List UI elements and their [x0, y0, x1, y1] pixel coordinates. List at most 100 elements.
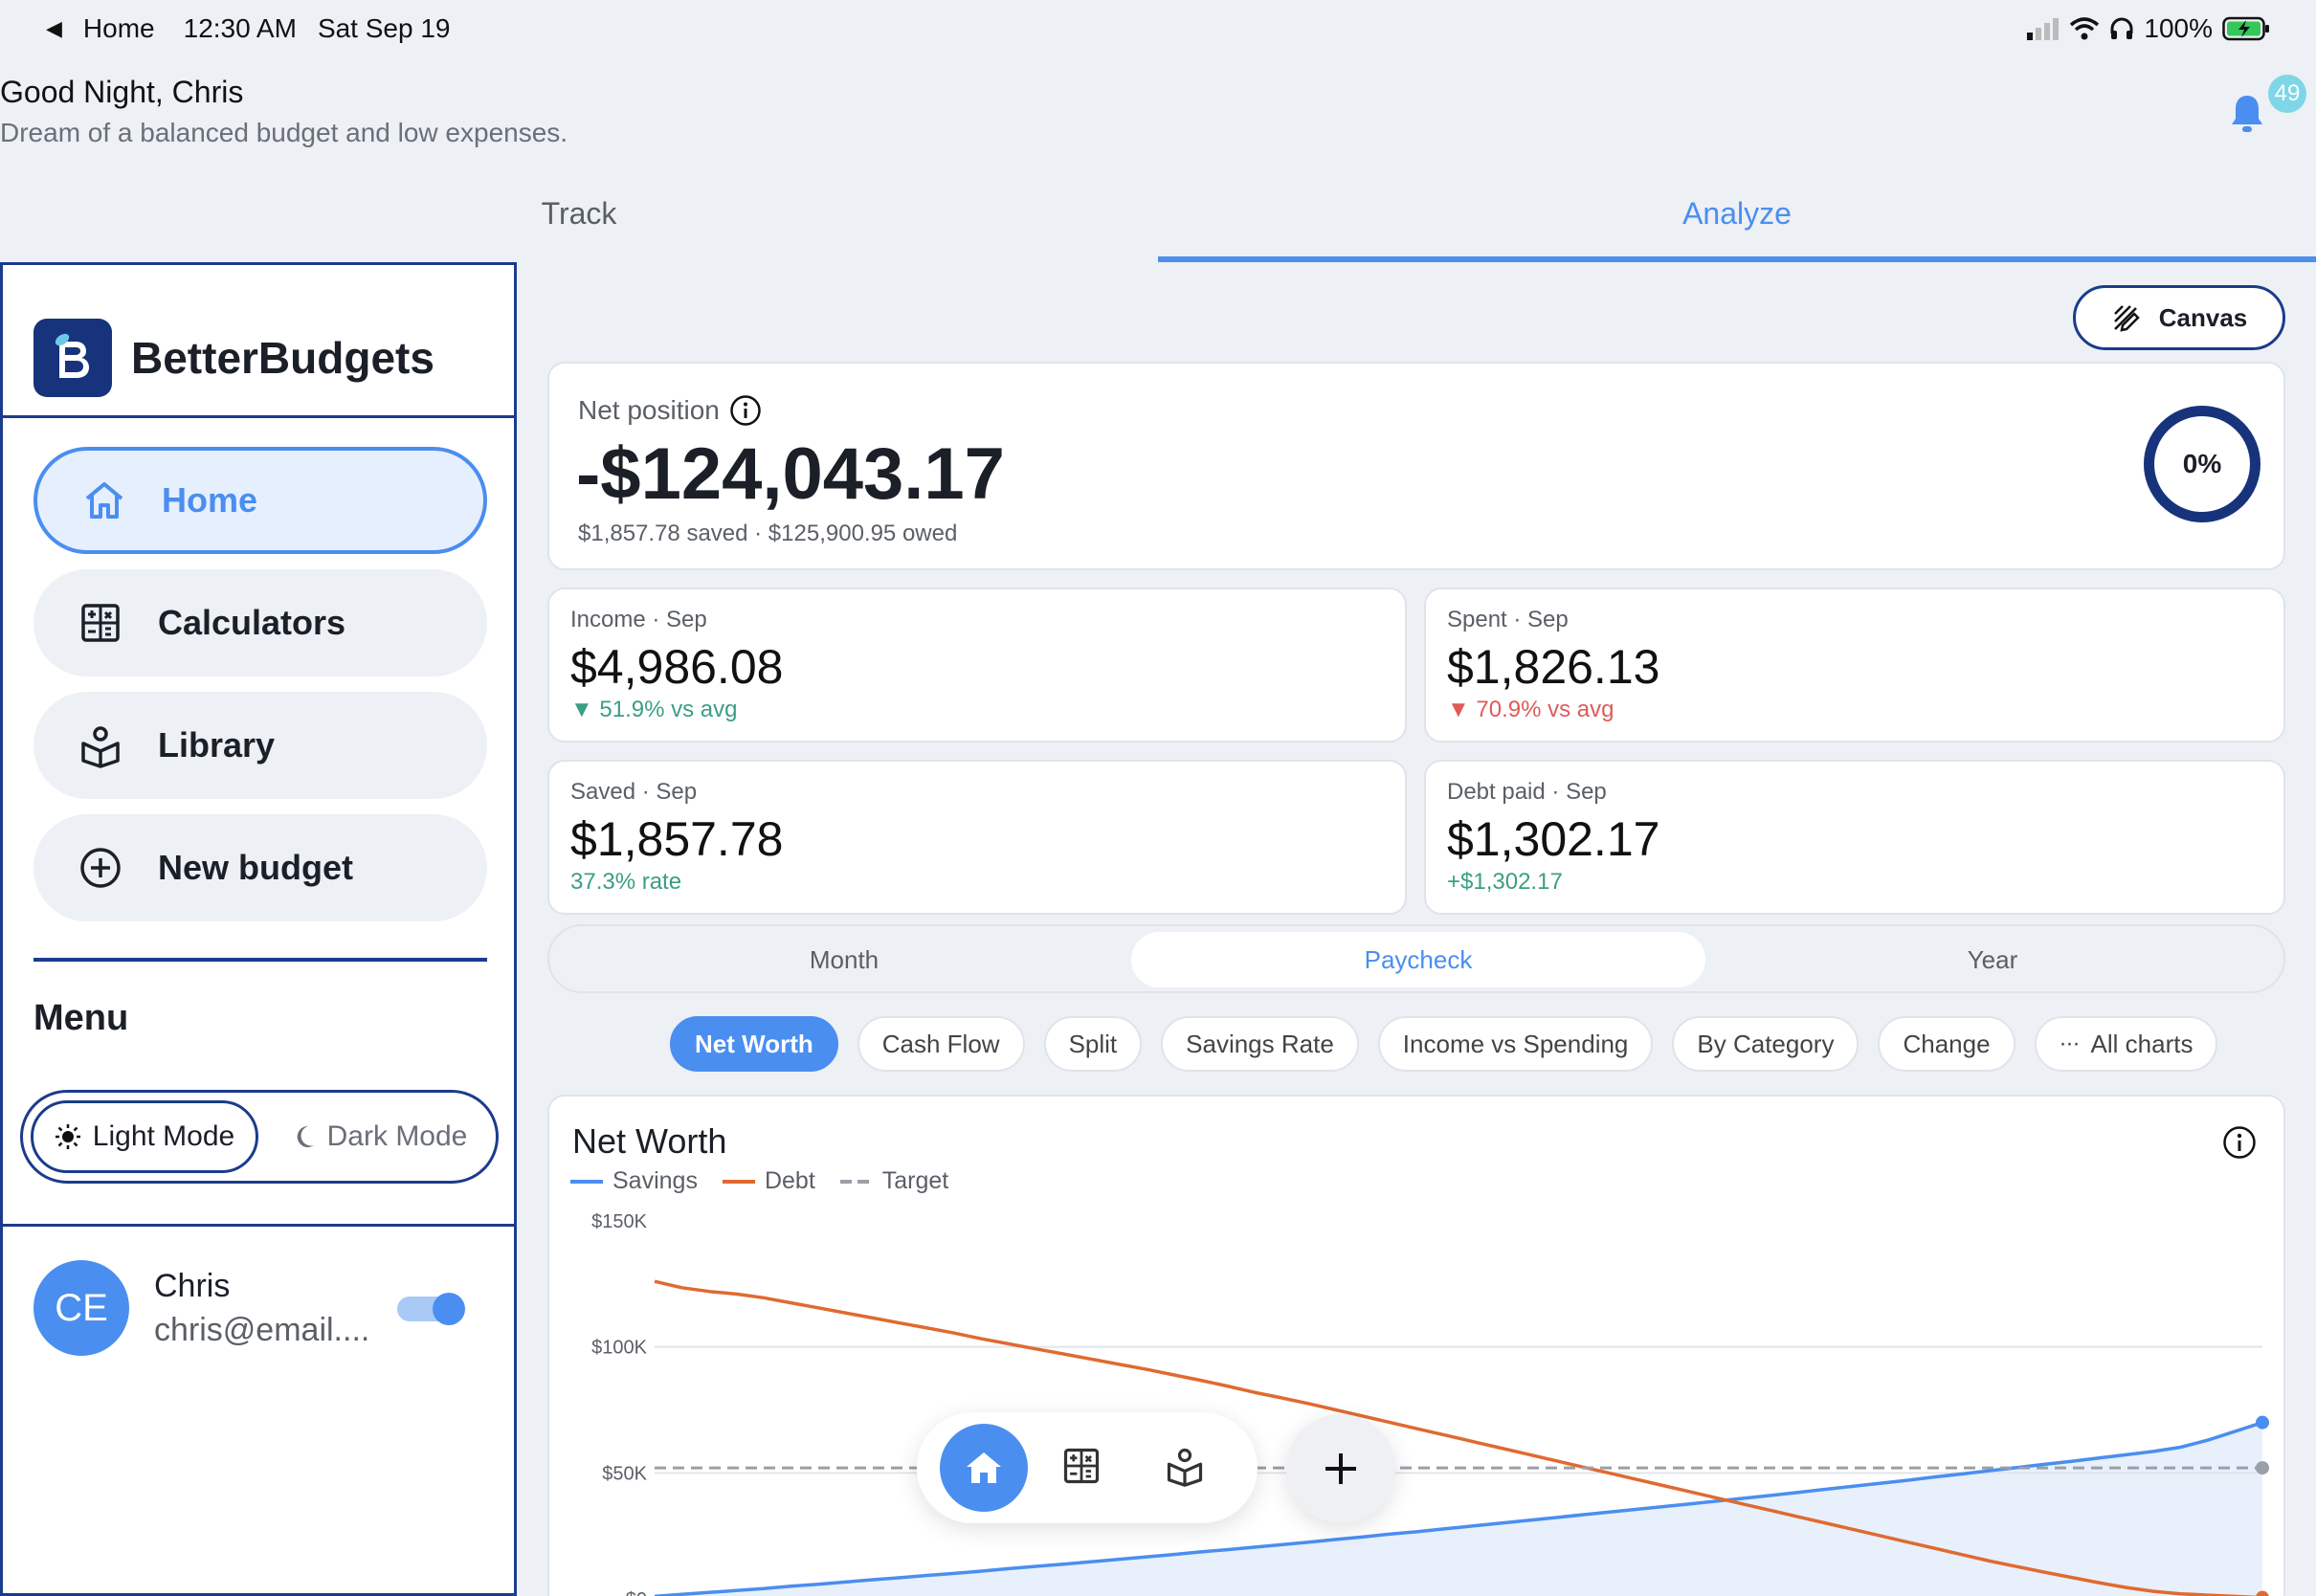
notifications-button[interactable]: 49 [2218, 75, 2306, 142]
active-tab-indicator [1158, 256, 2316, 262]
stat-delta: ▼ 51.9% vs avg [570, 697, 738, 722]
bell-icon [2232, 96, 2262, 132]
home-icon [967, 1452, 1001, 1483]
period-selector: Month Paycheck Year [547, 924, 2285, 993]
series-endpoint-savings [2256, 1415, 2269, 1430]
stat-label: Saved · Sep [570, 779, 698, 805]
chip-by-category[interactable]: By Category [1672, 1016, 1859, 1072]
net-position-card: Net position -$124,043.17 $1,857.78 save… [547, 362, 2285, 570]
plus-circle-icon [80, 848, 121, 888]
sidebar-item-label: Library [158, 725, 276, 765]
chip-net-worth[interactable]: Net Worth [670, 1016, 838, 1072]
stat-value: $1,302.17 [1447, 812, 1660, 866]
greeting-title: Good Night, Chris [0, 75, 244, 109]
net-position-breakdown: $1,857.78 saved · $125,900.95 owed [578, 521, 958, 546]
stat-delta: ▼ 70.9% vs avg [1447, 697, 1615, 722]
back-label[interactable]: Home [83, 13, 155, 44]
debt-paid-card[interactable]: Debt paid · Sep $1,302.17 +$1,302.17 [1424, 760, 2285, 915]
status-time: 12:30 AM [183, 13, 297, 43]
back-icon[interactable]: ◀ [46, 16, 62, 41]
chip-all-charts[interactable]: ··· All charts [2034, 1016, 2218, 1072]
menu-title: Menu [33, 998, 129, 1038]
legend-label: Savings [612, 1167, 698, 1194]
legend-item-target: Target [839, 1167, 949, 1195]
user-name: Chris [154, 1268, 231, 1304]
stat-delta: 37.3% rate [570, 869, 682, 895]
stat-label: Spent · Sep [1447, 607, 1569, 632]
stat-value: $4,986.08 [570, 640, 784, 694]
dark-mode-label: Dark Mode [326, 1120, 468, 1152]
y-tick-label: $50K [602, 1463, 647, 1484]
headphones-icon [2110, 17, 2133, 39]
app-logo-icon [33, 319, 112, 397]
stat-value: $1,826.13 [1447, 640, 1660, 694]
battery-charging-icon [2222, 16, 2269, 41]
period-year[interactable]: Year [1705, 932, 2280, 987]
add-button[interactable] [1286, 1414, 1395, 1523]
stat-label: Income · Sep [570, 607, 707, 632]
chip-split[interactable]: Split [1043, 1016, 1143, 1072]
sidebar-item-library[interactable]: Library [33, 692, 487, 799]
tab-analyze[interactable]: Analyze [1158, 188, 2316, 264]
pencil-scribble-icon [2113, 305, 2140, 332]
notification-badge: 49 [2268, 75, 2306, 113]
chart-legend: Savings Debt Target [570, 1167, 948, 1195]
library-icon[interactable] [1164, 1445, 1206, 1487]
status-bar: ◀ Home 12:30 AM Sat Sep 19 100% [0, 0, 2316, 61]
sidebar-item-new-budget[interactable]: New budget [33, 814, 487, 921]
net-worth-chart[interactable]: $150K $100K $50K $0 [549, 1192, 2283, 1596]
sidebar-divider [33, 958, 487, 962]
info-icon[interactable] [2222, 1125, 2257, 1160]
period-month[interactable]: Month [557, 932, 1131, 987]
saved-card[interactable]: Saved · Sep $1,857.78 37.3% rate [547, 760, 1407, 915]
brand-header: BetterBudgets [3, 265, 514, 418]
sidebar: BetterBudgets Home Calculators Library N… [0, 262, 517, 1596]
period-paycheck[interactable]: Paycheck [1131, 932, 1705, 987]
sun-icon [55, 1124, 80, 1149]
status-date: Sat Sep 19 [317, 13, 451, 43]
chip-savings-rate[interactable]: Savings Rate [1161, 1016, 1359, 1072]
sidebar-item-calculators[interactable]: Calculators [33, 569, 487, 676]
chip-change[interactable]: Change [1878, 1016, 2015, 1072]
light-mode-label: Light Mode [92, 1120, 235, 1152]
sidebar-item-home[interactable]: Home [33, 447, 487, 554]
moon-icon [297, 1125, 314, 1147]
y-tick-label: $100K [591, 1338, 647, 1359]
series-endpoint-target [2256, 1461, 2269, 1475]
fab-home-button[interactable] [940, 1424, 1028, 1512]
net-worth-chart-card: Net Worth Savings Debt Target $150K $100K… [547, 1095, 2285, 1596]
sidebar-item-label: New budget [158, 848, 353, 887]
calculator-icon [81, 604, 120, 642]
income-card[interactable]: Income · Sep $4,986.08 ▼ 51.9% vs avg [547, 587, 1407, 743]
user-email: chris@email.... [154, 1312, 370, 1348]
stat-delta: +$1,302.17 [1447, 869, 1563, 895]
chip-all-charts-label: All charts [2090, 1030, 2194, 1058]
progress-ring: 0% [2144, 406, 2260, 522]
chip-cash-flow[interactable]: Cash Flow [857, 1016, 1025, 1072]
avatar[interactable]: CE [33, 1260, 129, 1356]
canvas-button[interactable]: Canvas [2073, 285, 2285, 350]
legend-label: Debt [764, 1167, 815, 1194]
calculator-icon[interactable] [1060, 1445, 1102, 1487]
chip-income-vs-spending[interactable]: Income vs Spending [1377, 1016, 1654, 1072]
greeting-subtitle: Dream of a balanced budget and low expen… [0, 118, 568, 147]
sidebar-item-label: Calculators [158, 603, 346, 642]
savings-area [659, 1422, 2262, 1596]
legend-item-debt: Debt [722, 1167, 815, 1195]
legend-label: Target [881, 1167, 949, 1194]
library-icon [81, 726, 120, 768]
dark-mode-button[interactable]: Dark Mode [270, 1100, 490, 1173]
info-icon[interactable] [729, 394, 762, 427]
wifi-icon [2070, 17, 2100, 40]
y-tick-label: $0 [626, 1589, 647, 1596]
theme-switcher: Light Mode Dark Mode [20, 1090, 499, 1184]
legend-item-savings: Savings [570, 1167, 698, 1195]
greeting: Good Night, Chris Dream of a balanced bu… [0, 75, 568, 148]
tab-track[interactable]: Track [0, 188, 1158, 264]
light-mode-button[interactable]: Light Mode [31, 1100, 258, 1173]
sidebar-divider [3, 1224, 514, 1227]
sidebar-item-label: Home [162, 480, 258, 520]
spent-card[interactable]: Spent · Sep $1,826.13 ▼ 70.9% vs avg [1424, 587, 2285, 743]
account-toggle[interactable] [397, 1293, 468, 1325]
stat-label: Debt paid · Sep [1447, 779, 1607, 805]
